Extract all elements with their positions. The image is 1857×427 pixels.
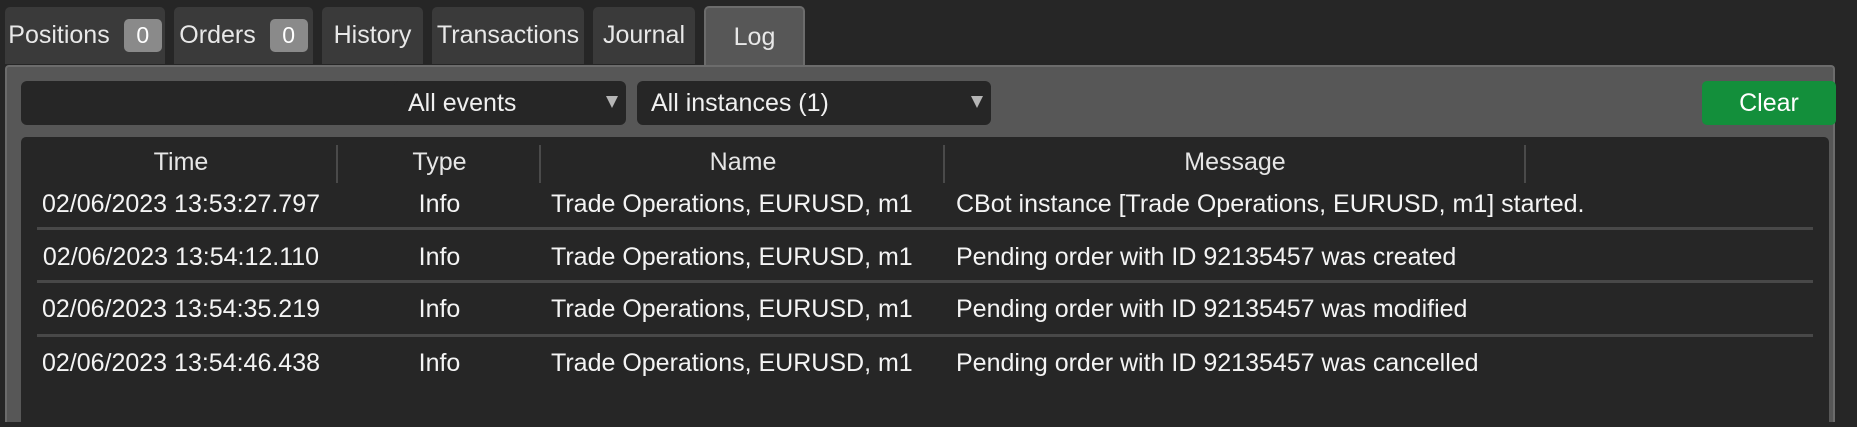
cell-name: Trade Operations, EURUSD, m1 (551, 295, 913, 323)
cell-message: Pending order with ID 92135457 was creat… (956, 243, 1457, 271)
cell-type: Info (418, 190, 461, 218)
instances-filter-select[interactable]: All instances (1) (637, 81, 991, 125)
tab-label: Transactions (436, 21, 580, 49)
chevron-down-icon (606, 96, 618, 108)
cell-name: Trade Operations, EURUSD, m1 (551, 349, 913, 377)
cell-name: Trade Operations, EURUSD, m1 (551, 243, 913, 271)
tab-transactions[interactable]: Transactions (432, 7, 584, 64)
cell-type: Info (418, 243, 461, 271)
cell-message: CBot instance [Trade Operations, EURUSD,… (956, 190, 1585, 218)
events-filter-value: All events (408, 88, 517, 117)
tab-positions[interactable]: Positions 0 (5, 7, 165, 64)
cell-message: Pending order with ID 92135457 was modif… (956, 295, 1468, 323)
tab-bar: Positions 0 Orders 0 History Transaction… (0, 0, 1857, 67)
cell-time: 02/06/2023 13:54:35.219 (41, 295, 321, 323)
orders-count-badge: 0 (269, 19, 308, 52)
clear-button[interactable]: Clear (1702, 81, 1836, 125)
events-filter-select[interactable]: All events (394, 81, 626, 125)
search-input[interactable] (21, 81, 401, 125)
cell-time: 02/06/2023 13:53:27.797 (41, 190, 321, 218)
table-row[interactable]: 02/06/2023 13:53:27.797 Info Trade Opera… (21, 178, 1829, 231)
cell-time: 02/06/2023 13:54:46.438 (41, 349, 321, 377)
cell-time: 02/06/2023 13:54:12.110 (42, 243, 320, 271)
table-row[interactable]: 02/06/2023 13:54:12.110 Info Trade Opera… (21, 231, 1829, 284)
row-divider (37, 227, 1813, 230)
tab-label: Positions (8, 21, 110, 49)
cell-name: Trade Operations, EURUSD, m1 (551, 190, 913, 218)
log-panel: All events All instances (1) Clear Time … (5, 65, 1836, 427)
tab-label: Journal (603, 21, 685, 49)
search-box (21, 81, 458, 125)
log-table: Time Type Name Message 02/06/2023 13:53:… (21, 137, 1829, 427)
tab-log[interactable]: Log (704, 6, 805, 67)
cell-type: Info (418, 349, 461, 377)
tab-label: Orders (179, 21, 256, 49)
positions-count-badge: 0 (123, 19, 162, 52)
table-row[interactable]: 02/06/2023 13:54:46.438 Info Trade Opera… (21, 337, 1829, 390)
cell-message: Pending order with ID 92135457 was cance… (956, 349, 1479, 377)
tab-orders[interactable]: Orders 0 (174, 7, 313, 64)
tab-label: History (333, 21, 412, 49)
tab-label: Log (733, 23, 776, 51)
chevron-down-icon (971, 96, 983, 108)
table-row[interactable]: 02/06/2023 13:54:35.219 Info Trade Opera… (21, 283, 1829, 336)
instances-filter-value: All instances (1) (651, 88, 829, 117)
cell-type: Info (418, 295, 461, 323)
tab-journal[interactable]: Journal (593, 7, 695, 64)
tab-history[interactable]: History (322, 7, 423, 64)
